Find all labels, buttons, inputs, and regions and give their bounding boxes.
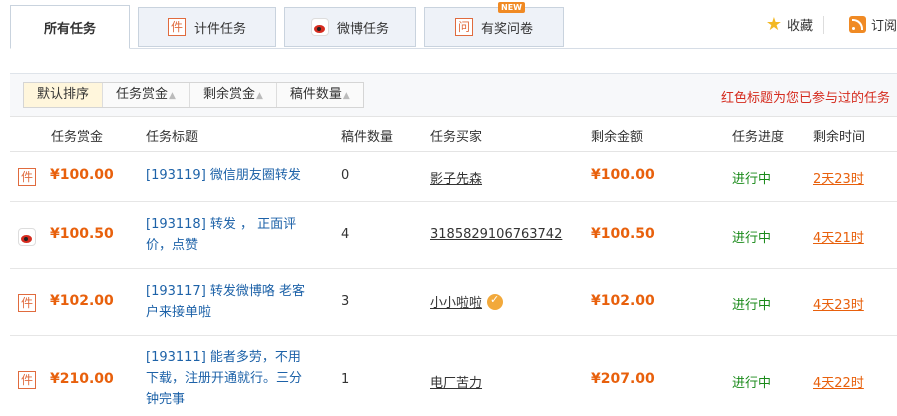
task-title-link[interactable]: [193118] 转发 ， 正面评 价，点赞 xyxy=(146,214,296,256)
tab-label: 有奖问卷 xyxy=(480,21,533,37)
sort-count-button[interactable]: 稿件数量▲ xyxy=(276,83,363,107)
col-reward: 任务赏金 xyxy=(51,130,104,145)
task-tabbar: 所有任务 件 计件任务 微博任务 NEW 问 有奖问卷 ★ 收藏 订阅 xyxy=(0,0,897,49)
remaining-amount: ¥100.50 xyxy=(591,226,655,242)
remaining-amount: ¥100.00 xyxy=(591,167,655,183)
jian-icon: 件 xyxy=(18,371,36,389)
col-title: 任务标题 xyxy=(146,130,199,145)
reward-amount: ¥100.50 xyxy=(50,226,114,242)
col-count: 稿件数量 xyxy=(341,130,394,145)
buyer-cell: 小小啦啦 xyxy=(430,292,504,311)
remaining-amount: ¥207.00 xyxy=(591,371,655,387)
reward-amount: ¥102.00 xyxy=(50,293,114,309)
weibo-icon xyxy=(18,228,36,246)
divider xyxy=(822,15,824,34)
status-label: 进行中 xyxy=(732,298,772,313)
jian-icon: 件 xyxy=(18,294,36,312)
status-label: 进行中 xyxy=(732,172,772,187)
table-row: ¥100.50 [193118] 转发 ， 正面评 价，点赞 4 3185829… xyxy=(10,202,897,269)
time-left-link[interactable]: 4天22时 xyxy=(813,372,864,391)
tab-all-tasks[interactable]: 所有任务 xyxy=(10,5,130,49)
sort-reward-button[interactable]: 任务赏金▲ xyxy=(103,83,190,107)
submission-count: 3 xyxy=(341,294,350,309)
sort-arrow-icon: ▲ xyxy=(255,91,263,101)
sort-arrow-icon: ▲ xyxy=(342,91,350,101)
tab-weibo-tasks[interactable]: 微博任务 xyxy=(284,7,416,47)
buyer-link[interactable]: 小小啦啦 xyxy=(430,296,482,311)
sort-toolbar: 默认排序 任务赏金▲ 剩余赏金▲ 稿件数量▲ 红色标题为您已参与过的任务 xyxy=(10,73,897,117)
task-title-link[interactable]: [193117] 转发微博咯 老客 户来接单啦 xyxy=(146,281,305,323)
buyer-link[interactable]: 3185829106763742 xyxy=(430,227,562,242)
tab-piece-tasks[interactable]: 件 计件任务 xyxy=(138,7,276,47)
top-links: ★ 收藏 订阅 xyxy=(766,14,897,35)
time-left-link[interactable]: 4天21时 xyxy=(813,227,864,246)
table-header: 任务赏金 任务标题 稿件数量 任务买家 剩余金额 任务进度 剩余时间 xyxy=(10,116,897,152)
col-time-left: 剩余时间 xyxy=(813,130,866,145)
submission-count: 4 xyxy=(341,227,350,242)
reward-amount: ¥100.00 xyxy=(50,167,114,183)
table-row: 件 ¥102.00 [193117] 转发微博咯 老客 户来接单啦 3 小小啦啦… xyxy=(10,269,897,336)
status-label: 进行中 xyxy=(732,231,772,246)
rss-icon xyxy=(848,16,866,33)
sort-button-group: 默认排序 任务赏金▲ 剩余赏金▲ 稿件数量▲ xyxy=(23,82,364,108)
status-label: 进行中 xyxy=(732,376,772,391)
submission-count: 1 xyxy=(341,372,350,387)
table-row: 件 ¥210.00 [193111] 能者多劳，不用 下载，注册开通就行。三分 … xyxy=(10,336,897,416)
table-row: 件 ¥100.00 [193119] 微信朋友圈转发 0 影子先森 ¥100.0… xyxy=(10,151,897,202)
time-left-link[interactable]: 4天23时 xyxy=(813,294,864,313)
reward-amount: ¥210.00 xyxy=(50,371,114,387)
time-left-link[interactable]: 2天23时 xyxy=(813,168,864,187)
col-progress: 任务进度 xyxy=(732,130,785,145)
tab-underline xyxy=(10,48,897,49)
tab-label: 所有任务 xyxy=(43,21,96,37)
subscribe-link[interactable]: 订阅 xyxy=(871,15,897,34)
tab-label: 计件任务 xyxy=(193,21,246,37)
verified-badge-icon xyxy=(487,293,504,310)
weibo-icon xyxy=(310,18,329,36)
sort-remaining-button[interactable]: 剩余赏金▲ xyxy=(189,83,277,107)
favorite-link[interactable]: 收藏 xyxy=(787,15,813,34)
new-badge: NEW xyxy=(498,2,525,13)
task-title-link[interactable]: [193111] 能者多劳，不用 下载，注册开通就行。三分 钟完事 xyxy=(146,347,302,410)
task-title-link[interactable]: [193119] 微信朋友圈转发 xyxy=(146,165,301,186)
star-icon: ★ xyxy=(765,14,782,35)
wen-icon: 问 xyxy=(454,18,473,36)
col-remaining: 剩余金额 xyxy=(591,130,644,145)
tab-label: 微博任务 xyxy=(336,21,389,37)
jian-icon: 件 xyxy=(18,168,36,186)
buyer-link[interactable]: 电厂苦力 xyxy=(430,372,482,391)
sort-arrow-icon: ▲ xyxy=(169,91,176,101)
submission-count: 0 xyxy=(341,168,350,183)
jian-icon: 件 xyxy=(167,18,186,36)
sort-default-button[interactable]: 默认排序 xyxy=(24,83,104,107)
tab-survey-tasks[interactable]: NEW 问 有奖问卷 xyxy=(424,2,564,47)
participation-note: 红色标题为您已参与过的任务 xyxy=(720,91,890,106)
buyer-link[interactable]: 影子先森 xyxy=(430,168,482,187)
col-buyer: 任务买家 xyxy=(430,130,483,145)
remaining-amount: ¥102.00 xyxy=(591,293,655,309)
